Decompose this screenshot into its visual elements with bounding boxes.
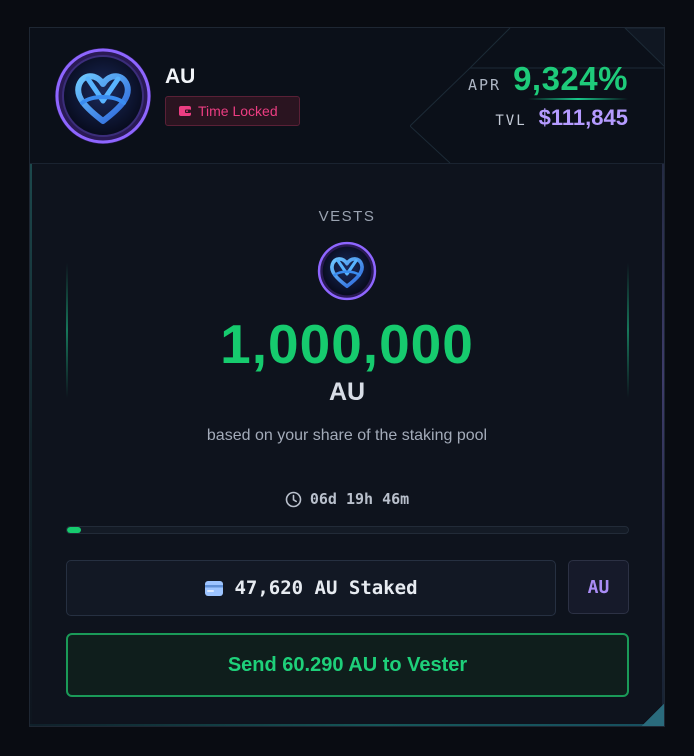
token-name: AU [165,65,196,88]
vesting-card: AU Time Locked APR 9,324% TVL $111,845 V… [29,27,665,727]
token-select-button[interactable]: AU [568,560,629,614]
clock-icon [285,491,302,507]
tvl-value: $111,845 [538,105,628,130]
vest-amount: 1,000,000 [220,313,474,375]
vesting-timer: 06d 19h 46m [30,490,664,508]
vesting-progress-bar [66,526,629,534]
heart-knot-token-logo-icon [317,241,377,301]
card-header: AU Time Locked APR 9,324% TVL $111,845 [30,28,664,164]
wallet-icon [179,106,191,116]
tvl-label: TVL [495,113,527,129]
send-to-vester-button[interactable]: Send 60.290 AU to Vester [66,633,629,697]
apr-label: APR [467,76,502,94]
staked-amount-display: 47,620 AU Staked [66,560,556,616]
vest-subtitle: based on your share of the staking pool [206,427,488,444]
badge-label: Time Locked [198,103,278,119]
card-bottom-accent [30,724,664,726]
apr-underline [528,98,628,100]
vest-token-icon [316,240,378,302]
vest-unit: AU [328,378,366,406]
apr-value: 9,324% [513,60,628,97]
token-avatar [52,45,154,147]
wallet-icon [205,580,224,596]
staked-amount-text: 47,620 AU Staked [234,577,418,599]
timer-remaining: 06d 19h 46m [309,490,410,508]
progress-fill [67,527,82,533]
tvl-stat: TVL $111,845 [495,105,628,131]
time-locked-badge: Time Locked [165,96,300,126]
heart-knot-token-logo-icon [55,48,151,144]
apr-stat: APR 9,324% [468,60,628,98]
vests-label: VESTS [318,208,376,225]
